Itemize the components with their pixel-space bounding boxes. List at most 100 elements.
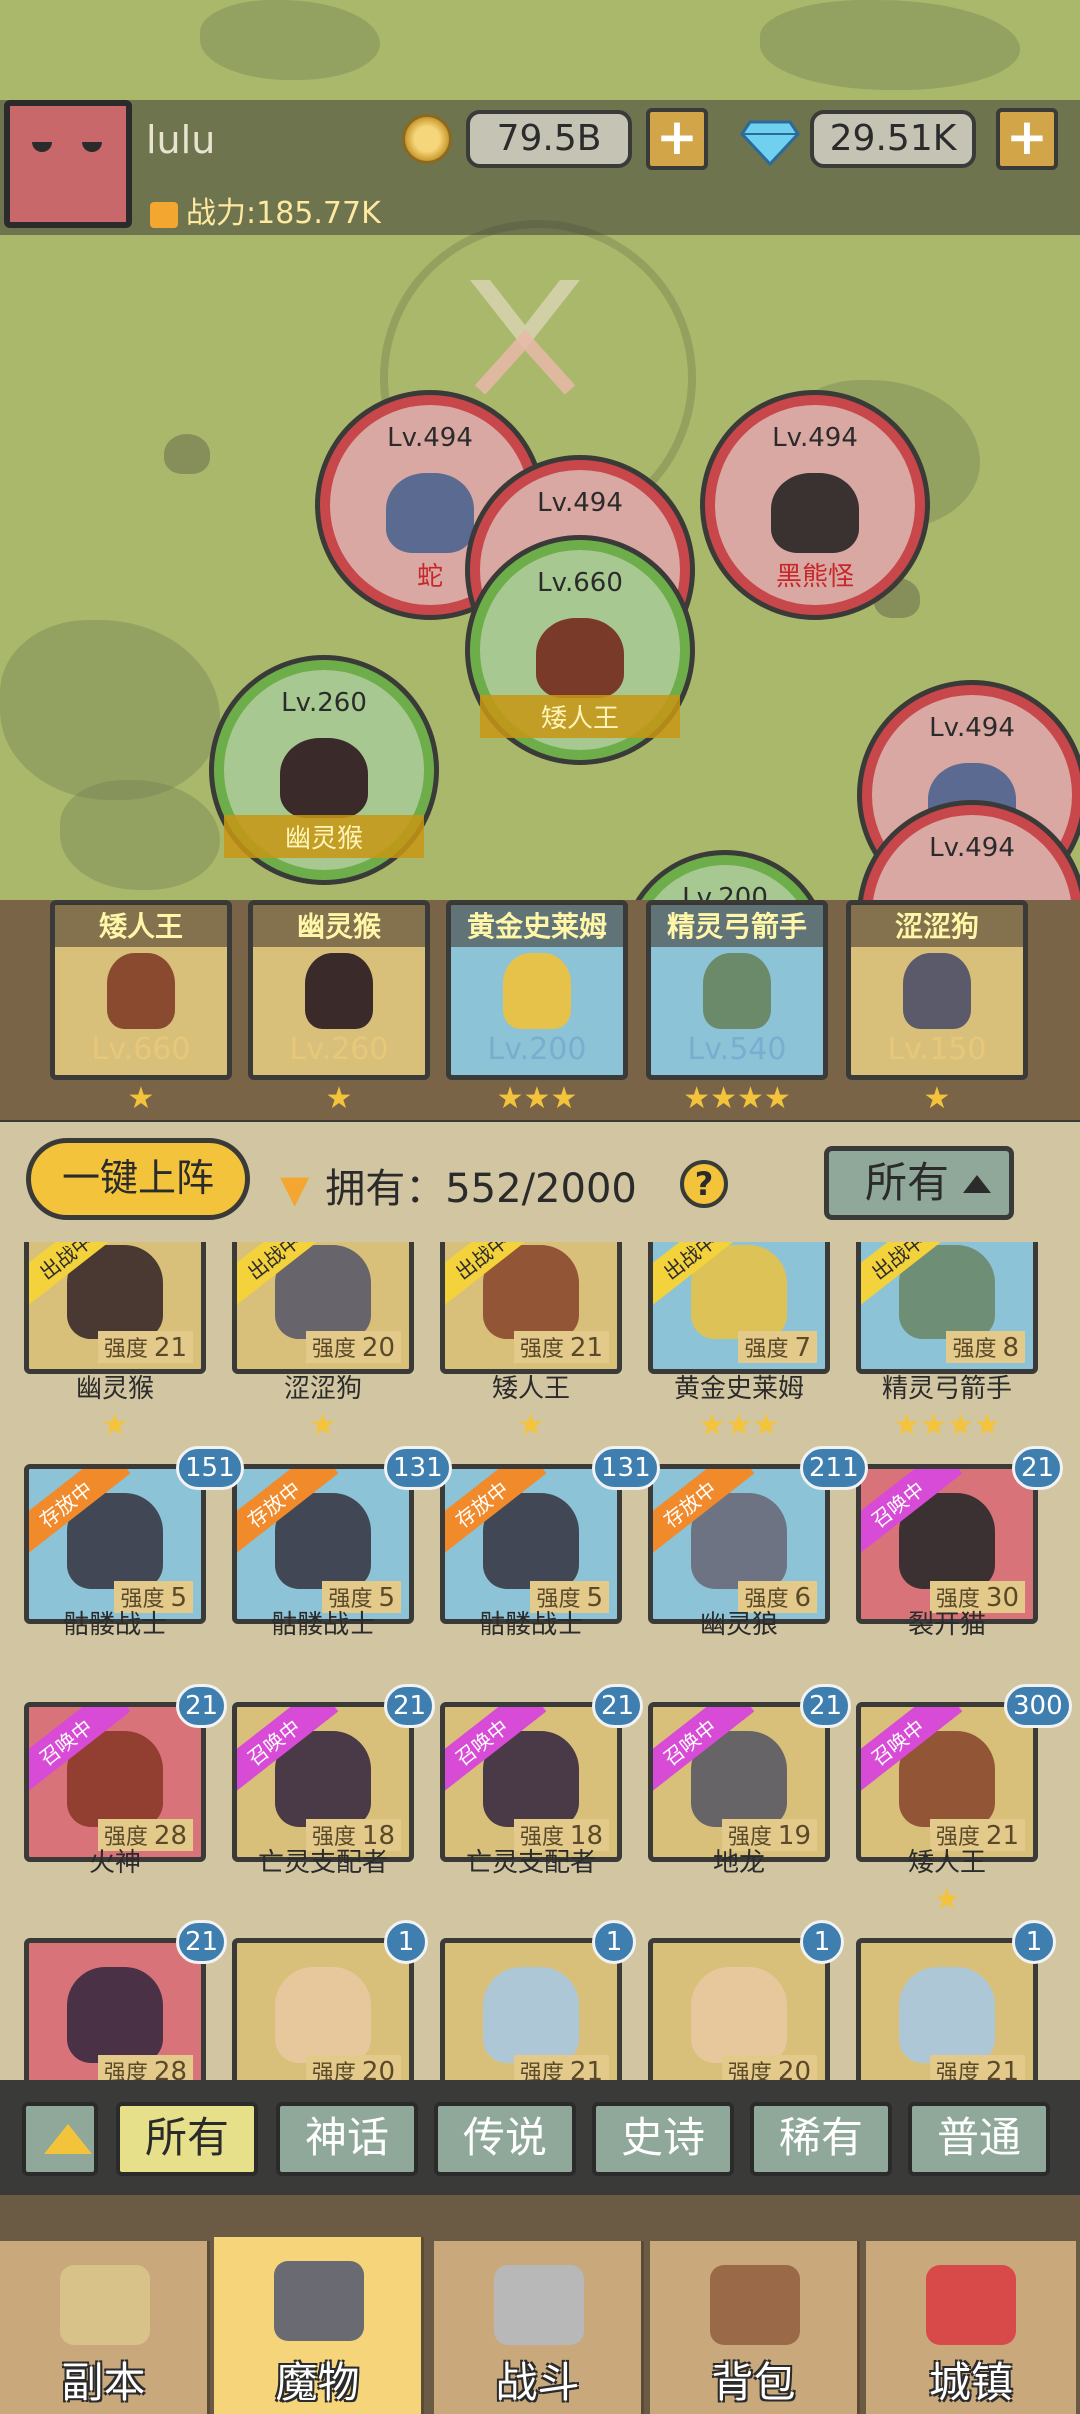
monster-card[interactable]: 召唤中 强度 18 — [440, 1702, 622, 1862]
tab-epic[interactable]: 史诗 — [592, 2102, 734, 2176]
strength-label: 强度 20 — [305, 1331, 401, 1363]
strength-label: 强度 8 — [946, 1331, 1025, 1363]
crossed-swords-emblem-icon — [470, 280, 580, 395]
monster-stars: ★★★ — [698, 1408, 780, 1443]
reaper-icon — [66, 1967, 164, 2063]
nav-town[interactable]: 城镇 — [866, 2241, 1076, 2414]
lineup-name: 矮人王 — [55, 903, 227, 947]
monster-card[interactable]: 召唤中 强度 18 — [232, 1702, 414, 1862]
monster-card[interactable]: 召唤中 强度 28 — [24, 1702, 206, 1862]
backpack-icon — [710, 2265, 800, 2345]
nav-monsters[interactable]: 魔物 — [214, 2237, 424, 2414]
strength-value: 20 — [361, 1333, 395, 1363]
caret-up-icon — [963, 1175, 991, 1193]
monster-card[interactable]: 强度 20 — [648, 1938, 830, 2080]
monster-card[interactable]: 召唤中 强度 19 — [648, 1702, 830, 1862]
cat-girl-icon — [482, 1967, 580, 2063]
tab-legendary[interactable]: 传说 — [434, 2102, 576, 2176]
monster-stars: ★ — [517, 1408, 545, 1443]
monster-card[interactable]: 强度 21 — [440, 1938, 622, 2080]
tab-common[interactable]: 普通 — [908, 2102, 1050, 2176]
monster-name: 骷髅战士 — [62, 1610, 167, 1640]
strength-value: 7 — [794, 1333, 811, 1363]
monster-card[interactable]: 召唤中 强度 30 — [856, 1464, 1038, 1624]
tab-rare[interactable]: 稀有 — [750, 2102, 892, 2176]
count-badge: 1 — [800, 1920, 844, 1964]
tab-mythic[interactable]: 神话 — [276, 2102, 418, 2176]
strength-label: 强度 21 — [513, 2055, 609, 2080]
strength-text: 强度 — [727, 2061, 772, 2080]
monster-card[interactable]: 存放中 强度 6 — [648, 1464, 830, 1624]
combat-power: 战力:185.77K — [150, 188, 381, 232]
gem-amount: 29.51K — [810, 110, 976, 168]
monster-name: 幽灵狼 — [699, 1610, 778, 1640]
lineup-slot[interactable]: 精灵弓箭手 Lv.540 — [646, 900, 828, 1080]
collapse-button[interactable] — [22, 2102, 98, 2176]
count-badge: 300 — [1004, 1684, 1072, 1728]
lineup-name: 幽灵猴 — [253, 903, 425, 947]
monster-card[interactable]: 存放中 强度 5 — [232, 1464, 414, 1624]
monster-level: Lv.494 — [929, 833, 1015, 863]
nav-backpack[interactable]: 背包 — [650, 2241, 860, 2414]
help-button[interactable]: ? — [680, 1160, 728, 1208]
map-rock — [760, 0, 1020, 90]
nav-dungeon[interactable]: 副本 — [0, 2241, 210, 2414]
monster-card[interactable]: 出战中 强度 21 — [24, 1242, 206, 1374]
strength-text: 强度 — [519, 1337, 564, 1362]
monster-card[interactable]: 强度 28 — [24, 1938, 206, 2080]
tab-all[interactable]: 所有 — [116, 2102, 258, 2176]
nav-battle[interactable]: 战斗 — [434, 2241, 644, 2414]
strength-value: 21 — [569, 1333, 603, 1363]
count-badge: 21 — [800, 1684, 852, 1728]
monster-card[interactable]: 出战中 强度 20 — [232, 1242, 414, 1374]
monster-level: Lv.494 — [537, 488, 623, 518]
black-bear-icon — [771, 473, 859, 553]
lineup-slot[interactable]: 涩涩狗 Lv.150 — [846, 900, 1028, 1080]
monster-name: 矮人王 — [907, 1848, 986, 1878]
monster-name: 亡灵支配者 — [257, 1848, 388, 1878]
strength-label: 强度 7 — [738, 1331, 817, 1363]
monster-card[interactable]: 存放中 强度 5 — [440, 1464, 622, 1624]
add-gems-button[interactable]: + — [996, 108, 1058, 170]
strength-value: 8 — [1002, 1333, 1019, 1363]
monster-card[interactable]: 出战中 强度 8 — [856, 1242, 1038, 1374]
rarity-filter-bar: 所有 神话 传说 史诗 稀有 普通 — [0, 2080, 1080, 2195]
map-monster[interactable]: Lv.494 黑熊怪 — [705, 395, 925, 615]
ghost-monkey-icon — [304, 952, 374, 1030]
monster-stars: ★ — [309, 1408, 337, 1443]
filter-dropdown[interactable]: 所有 — [824, 1146, 1014, 1220]
strength-text: 强度 — [103, 1337, 148, 1362]
lineup-slot[interactable]: 矮人王 Lv.660 — [50, 900, 232, 1080]
monster-card[interactable]: 出战中 强度 7 — [648, 1242, 830, 1374]
monster-name: 幽灵猴 — [224, 815, 424, 858]
strength-value: 20 — [777, 2057, 811, 2080]
cat-girl-icon — [274, 1967, 372, 2063]
monster-card[interactable]: 强度 21 — [856, 1938, 1038, 2080]
nav-label: 城镇 — [928, 2358, 1013, 2407]
strength-text: 强度 — [519, 2061, 564, 2080]
monster-card[interactable]: 存放中 强度 5 — [24, 1464, 206, 1624]
map-rock — [200, 0, 380, 80]
monster-card[interactable]: 出战中 强度 21 — [440, 1242, 622, 1374]
strength-label: 强度 20 — [721, 2055, 817, 2080]
lineup-slot[interactable]: 幽灵猴 Lv.260 — [248, 900, 430, 1080]
player-avatar[interactable] — [4, 100, 132, 228]
monster-name: 精灵弓箭手 — [881, 1374, 1012, 1404]
caret-up-icon — [44, 2124, 92, 2154]
map-monster[interactable]: Lv.260 幽灵猴 — [214, 660, 434, 880]
monster-level: Lv.660 — [537, 568, 623, 598]
map-monster[interactable]: Lv.660 矮人王 — [470, 540, 690, 760]
monster-card[interactable]: 强度 20 — [232, 1938, 414, 2080]
filter-dropdown-label: 所有 — [865, 1158, 950, 1207]
dwarf-king-icon — [536, 618, 624, 698]
strength-text: 强度 — [311, 2061, 356, 2080]
lineup-slot[interactable]: 黄金史莱姆 Lv.200 — [446, 900, 628, 1080]
monster-level: Lv.494 — [387, 423, 473, 453]
auto-deploy-button[interactable]: 一键上阵 — [26, 1138, 250, 1220]
add-gold-button[interactable]: + — [646, 108, 708, 170]
monster-name: 亡灵支配者 — [465, 1848, 596, 1878]
monster-card[interactable]: 召唤中 强度 21 — [856, 1702, 1038, 1862]
strength-label: 强度 20 — [305, 2055, 401, 2080]
monster-level: Lv.260 — [281, 688, 367, 718]
gold-coin-icon — [402, 114, 452, 164]
